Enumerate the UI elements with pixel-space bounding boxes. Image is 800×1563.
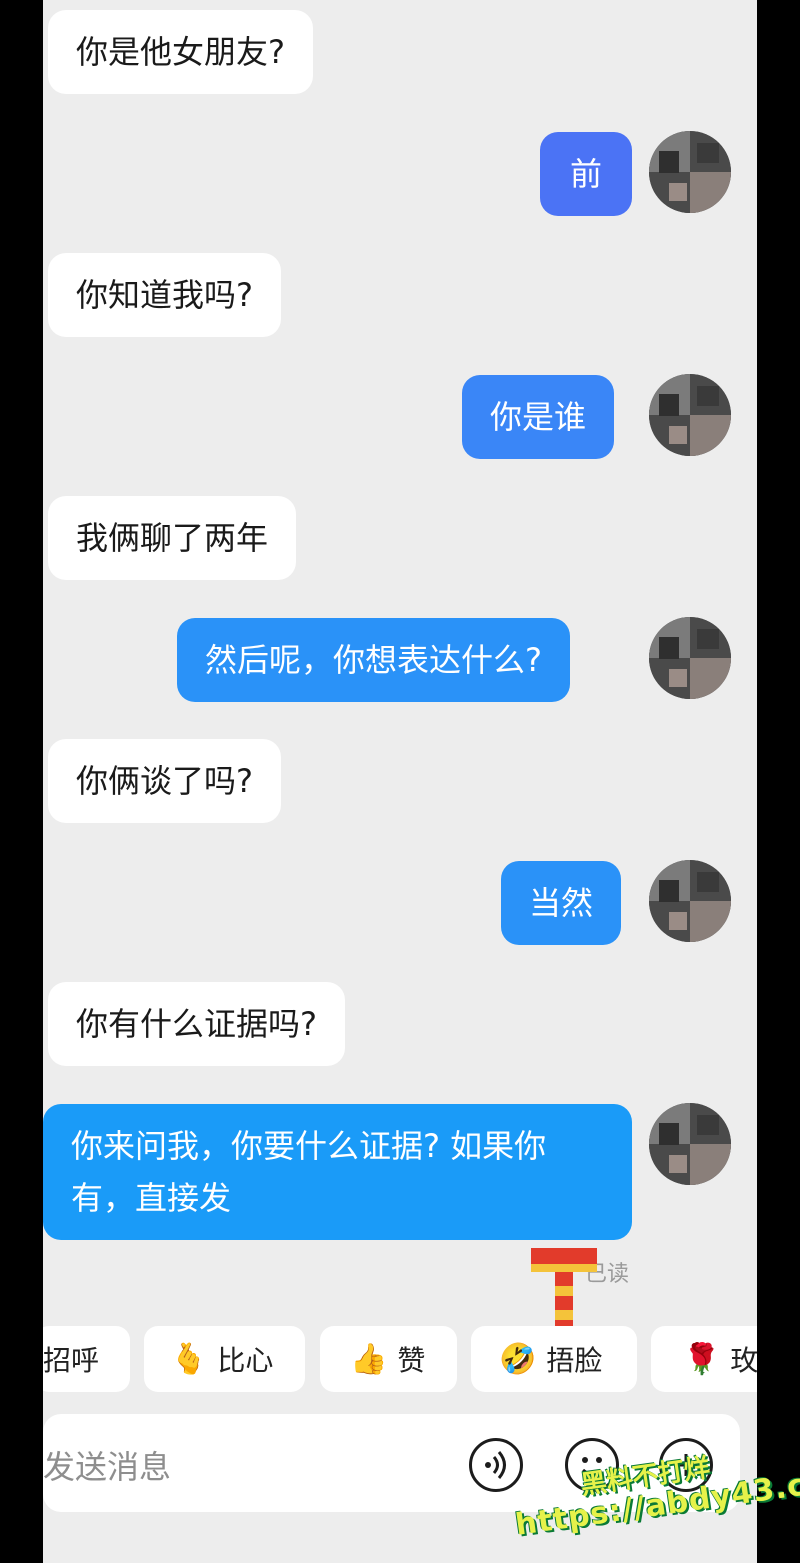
message-bubble-outgoing[interactable]: 然后呢，你想表达什么? [177, 618, 570, 702]
quick-reply-label: 招呼 [43, 1344, 100, 1377]
rose-icon: 🌹 [683, 1341, 721, 1377]
quick-reply-bar: 招呼 🫰 比心 👍 赞 🤣 捂脸 🌹 玫 [43, 1326, 757, 1394]
quick-reply-label: 比心 [217, 1344, 274, 1377]
voice-icon[interactable] [469, 1438, 523, 1492]
message-bubble-incoming[interactable]: 你俩谈了吗? [48, 739, 281, 823]
avatar[interactable] [649, 131, 731, 213]
heart-hand-icon: 🫰 [170, 1341, 208, 1377]
quick-reply-label: 赞 [397, 1344, 426, 1377]
quick-reply-chip[interactable]: 🫰 比心 [144, 1326, 305, 1392]
sticker-overlay-icon [531, 1248, 597, 1330]
message-bubble-outgoing[interactable]: 你来问我，你要什么证据? 如果你有，直接发 [43, 1104, 632, 1240]
quick-reply-chip[interactable]: 招呼 [43, 1326, 130, 1392]
quick-reply-chip[interactable]: 🤣 捂脸 [471, 1326, 637, 1392]
avatar[interactable] [649, 1103, 731, 1185]
message-bubble-incoming[interactable]: 你知道我吗? [48, 253, 281, 337]
quick-reply-label: 玫 [730, 1344, 757, 1377]
quick-reply-chip[interactable]: 👍 赞 [320, 1326, 457, 1392]
message-bubble-outgoing[interactable]: 你是谁 [462, 375, 615, 459]
avatar[interactable] [649, 617, 731, 699]
message-bubble-incoming[interactable]: 你有什么证据吗? [48, 982, 345, 1066]
chat-screen: 你是他女朋友? 前 你知道我吗? 你是谁 我俩聊了两年 然后呢，你想表达什么? … [43, 0, 757, 1563]
message-bubble-incoming[interactable]: 你是他女朋友? [48, 10, 313, 94]
quick-reply-chip[interactable]: 🌹 玫 [651, 1326, 757, 1392]
quick-reply-label: 捂脸 [546, 1344, 603, 1377]
message-bubble-outgoing[interactable]: 前 [540, 132, 632, 216]
avatar[interactable] [649, 860, 731, 942]
facepalm-icon: 🤣 [499, 1341, 537, 1377]
message-input[interactable]: 发送消息 [43, 1442, 171, 1488]
avatar[interactable] [649, 374, 731, 456]
thumbs-up-icon: 👍 [350, 1341, 388, 1377]
message-bubble-incoming[interactable]: 我俩聊了两年 [48, 496, 297, 580]
message-bubble-outgoing[interactable]: 当然 [501, 861, 622, 945]
